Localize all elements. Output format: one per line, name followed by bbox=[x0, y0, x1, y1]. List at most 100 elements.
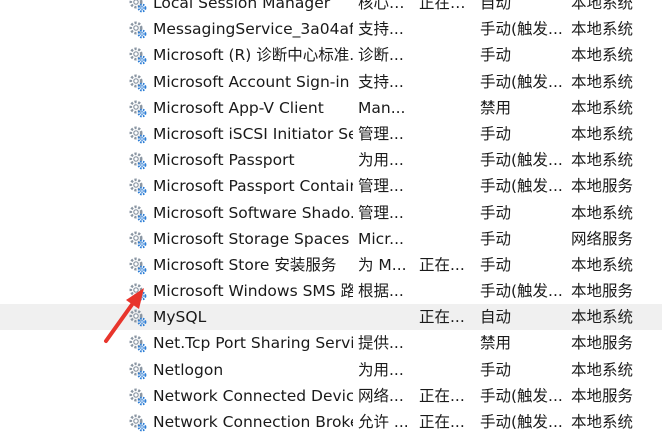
service-description: 核心… bbox=[358, 0, 405, 12]
service-logon-as: 本地系统 bbox=[571, 72, 634, 91]
service-row[interactable]: Microsoft Passport Container 管理... 手动(触发..… bbox=[0, 173, 662, 199]
service-name: Microsoft Storage Spaces S... bbox=[153, 229, 353, 248]
service-row[interactable]: Microsoft iSCSI Initiator Ser... 管理... 手动 本… bbox=[0, 121, 662, 147]
service-logon-as: 本地服务 bbox=[571, 177, 634, 196]
service-description bbox=[358, 304, 414, 330]
service-description: 支持... bbox=[358, 20, 404, 39]
service-status bbox=[419, 42, 475, 68]
service-row[interactable]: Microsoft Storage Spaces S... Micr... 手动 网络… bbox=[0, 226, 662, 252]
service-startup-type: 手动 bbox=[480, 203, 512, 222]
service-logon-as: 本地系统 bbox=[571, 124, 634, 143]
service-name: Network Connection Broker bbox=[153, 413, 353, 431]
gear-icon bbox=[128, 226, 150, 252]
service-name: Microsoft Passport Container bbox=[153, 177, 353, 196]
service-startup-type: 禁用 bbox=[480, 98, 512, 117]
service-status: 正在... bbox=[419, 255, 465, 274]
service-status: 正在... bbox=[419, 386, 465, 405]
service-description: 为用... bbox=[358, 151, 404, 170]
service-status: 正在... bbox=[419, 308, 465, 327]
service-name: Microsoft Passport bbox=[153, 151, 295, 170]
service-status bbox=[419, 226, 475, 252]
service-status bbox=[419, 121, 475, 147]
gear-icon bbox=[128, 42, 150, 68]
service-status bbox=[419, 147, 475, 173]
service-description: 根据... bbox=[358, 282, 404, 301]
gear-icon bbox=[128, 121, 150, 147]
service-logon-as: 本地服务 bbox=[571, 282, 634, 301]
service-description: 网络... bbox=[358, 386, 404, 405]
service-logon-as: 本地系统 bbox=[571, 20, 634, 39]
service-description: Man... bbox=[358, 98, 406, 117]
service-description: 提供... bbox=[358, 334, 404, 353]
service-row[interactable]: Network Connected Devic... 网络... 正在... 手动(触… bbox=[0, 383, 662, 409]
service-startup-type: 手动(触发... bbox=[480, 386, 563, 405]
service-startup-type: 手动 bbox=[480, 360, 512, 379]
gear-icon bbox=[128, 69, 150, 95]
service-startup-type: 手动(触发... bbox=[480, 20, 563, 39]
service-row[interactable]: Microsoft Account Sign-in ... 支持... 手动(触发.… bbox=[0, 69, 662, 95]
service-logon-as: 本地系统 bbox=[571, 203, 634, 222]
service-startup-type: 手动(触发... bbox=[480, 282, 563, 301]
service-startup-type: 手动 bbox=[480, 46, 512, 65]
service-name: MySQL bbox=[153, 308, 207, 327]
service-logon-as: 本地系统 bbox=[571, 46, 634, 65]
service-startup-type: 禁用 bbox=[480, 334, 512, 353]
service-name: Network Connected Devic... bbox=[153, 386, 353, 405]
service-name: Microsoft (R) 诊断中心标准... bbox=[153, 46, 353, 65]
service-status: 正在... bbox=[419, 413, 465, 431]
service-row[interactable]: MessagingService_3a04af18 支持... 手动(触发... 本地… bbox=[0, 16, 662, 42]
services-list: Local Session Manager 核心… 正在… 自动 本地系统 Messagi… bbox=[0, 0, 662, 435]
service-row[interactable]: Microsoft Store 安装服务 为 M... 正在... 手动 本地系统 bbox=[0, 252, 662, 278]
service-status bbox=[419, 200, 475, 226]
gear-icon bbox=[128, 357, 150, 383]
service-logon-as: 本地服务 bbox=[571, 386, 634, 405]
service-startup-type: 自动 bbox=[480, 0, 512, 12]
service-startup-type: 手动 bbox=[480, 255, 512, 274]
service-logon-as: 本地系统 bbox=[571, 151, 634, 170]
service-description: 支持... bbox=[358, 72, 404, 91]
service-name: Microsoft App-V Client bbox=[153, 98, 324, 117]
service-name: Netlogon bbox=[153, 360, 224, 379]
gear-icon bbox=[128, 200, 150, 226]
service-description: 诊断... bbox=[358, 46, 404, 65]
service-status bbox=[419, 278, 475, 304]
service-row[interactable]: Microsoft (R) 诊断中心标准... 诊断... 手动 本地系统 bbox=[0, 42, 662, 68]
service-logon-as: 本地服务 bbox=[571, 334, 634, 353]
service-status bbox=[419, 357, 475, 383]
service-description: 为 M... bbox=[358, 255, 407, 274]
service-row[interactable]: Microsoft App-V Client Man... 禁用 本地系统 bbox=[0, 95, 662, 121]
service-startup-type: 手动(触发... bbox=[480, 413, 563, 431]
service-description: 为用... bbox=[358, 360, 404, 379]
service-logon-as: 本地系统 bbox=[571, 360, 634, 379]
gear-icon bbox=[128, 0, 150, 16]
service-name: Microsoft Store 安装服务 bbox=[153, 255, 337, 274]
service-logon-as: 本地系统 bbox=[571, 255, 634, 274]
service-name: Microsoft Software Shado... bbox=[153, 203, 353, 222]
service-row[interactable]: Network Connection Broker 允许 ... 正在... 手动(触… bbox=[0, 409, 662, 435]
service-row[interactable]: Netlogon 为用... 手动 本地系统 bbox=[0, 357, 662, 383]
service-row[interactable]: Local Session Manager 核心… 正在… 自动 本地系统 bbox=[0, 0, 662, 16]
service-startup-type: 手动 bbox=[480, 124, 512, 143]
service-name: Microsoft Windows SMS 路... bbox=[153, 282, 353, 301]
gear-icon bbox=[128, 383, 150, 409]
service-description: 管理... bbox=[358, 177, 404, 196]
service-logon-as: 本地系统 bbox=[571, 0, 634, 12]
service-logon-as: 网络服务 bbox=[571, 229, 634, 248]
service-logon-as: 本地系统 bbox=[571, 308, 634, 327]
red-arrow-icon bbox=[104, 288, 144, 343]
service-startup-type: 手动(触发... bbox=[480, 151, 563, 170]
service-row[interactable]: Microsoft Software Shado... 管理... 手动 本地系统 bbox=[0, 200, 662, 226]
service-startup-type: 手动(触发... bbox=[480, 177, 563, 196]
service-startup-type: 手动 bbox=[480, 229, 512, 248]
service-startup-type: 自动 bbox=[480, 308, 512, 327]
service-name: Microsoft iSCSI Initiator Ser... bbox=[153, 124, 353, 143]
service-logon-as: 本地系统 bbox=[571, 98, 634, 117]
gear-icon bbox=[128, 95, 150, 121]
service-name: Net.Tcp Port Sharing Service bbox=[153, 334, 353, 353]
service-row[interactable]: Microsoft Passport 为用... 手动(触发... 本地系统 bbox=[0, 147, 662, 173]
service-status: 正在… bbox=[419, 0, 466, 12]
gear-icon bbox=[128, 173, 150, 199]
service-status bbox=[419, 173, 475, 199]
gear-icon bbox=[128, 16, 150, 42]
service-logon-as: 本地系统 bbox=[571, 413, 634, 431]
